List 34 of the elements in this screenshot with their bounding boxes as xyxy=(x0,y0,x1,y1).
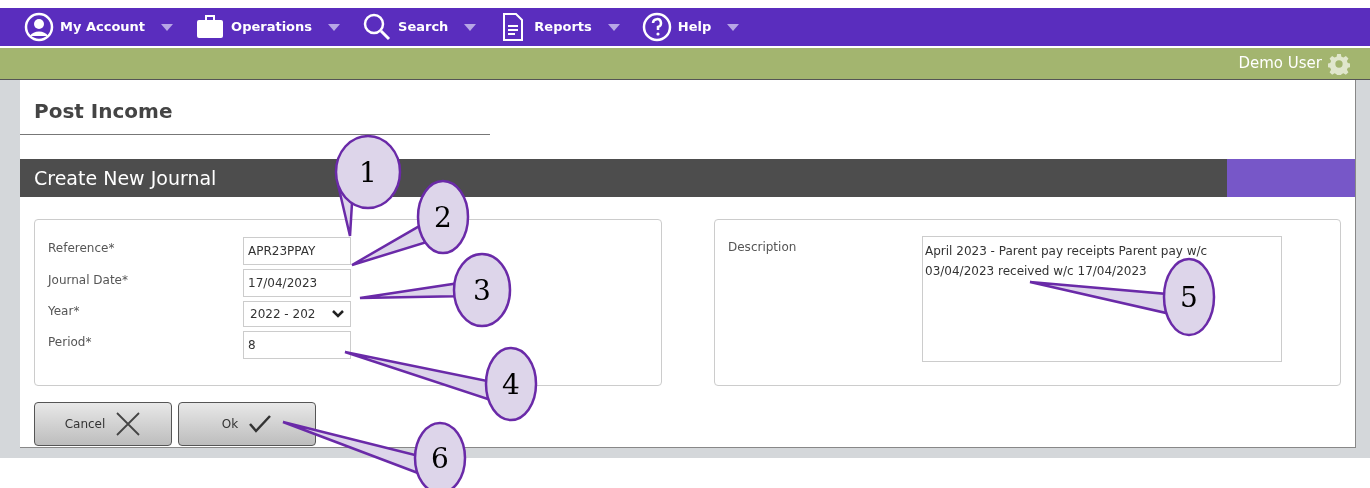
field-label: Period* xyxy=(48,334,93,351)
chevron-down-icon xyxy=(332,310,344,318)
form-button[interactable]: Ok xyxy=(178,402,316,446)
numbered-callout: 6 xyxy=(281,420,467,488)
menu-item[interactable]: Search xyxy=(362,12,477,42)
user-name: Demo User xyxy=(1238,53,1322,75)
search-icon xyxy=(362,12,393,42)
form-button[interactable]: Cancel xyxy=(34,402,172,446)
section-title: Create New Journal xyxy=(33,165,217,191)
input-field[interactable]: APR23PPAY xyxy=(243,237,351,265)
check-icon xyxy=(248,414,273,434)
numbered-callout: 3 xyxy=(358,252,512,328)
caret-icon xyxy=(328,23,341,31)
menu-item[interactable]: My Account xyxy=(24,12,174,42)
menu-item[interactable]: Reports xyxy=(498,12,620,42)
input-field[interactable]: 17/04/2023 xyxy=(243,269,351,297)
close-icon xyxy=(115,411,142,437)
menu-item[interactable]: Operations xyxy=(195,12,341,42)
user-icon xyxy=(24,12,54,42)
page-title: Post Income xyxy=(34,98,174,125)
caret-icon xyxy=(607,23,620,31)
input-field[interactable]: 8 xyxy=(243,331,351,359)
year-select[interactable]: 2022 - 202 xyxy=(243,301,351,327)
gear-icon[interactable] xyxy=(1328,52,1350,75)
field-label: Journal Date* xyxy=(48,272,129,289)
help-icon xyxy=(641,12,672,42)
caret-icon xyxy=(464,23,477,31)
field-label: Reference* xyxy=(48,240,116,257)
field-label: Year* xyxy=(48,303,81,320)
field-label: Description xyxy=(728,239,798,256)
menu-item[interactable]: Help xyxy=(641,12,740,42)
caret-icon xyxy=(727,23,740,31)
numbered-callout: 4 xyxy=(343,346,538,422)
caret-icon xyxy=(161,23,174,31)
